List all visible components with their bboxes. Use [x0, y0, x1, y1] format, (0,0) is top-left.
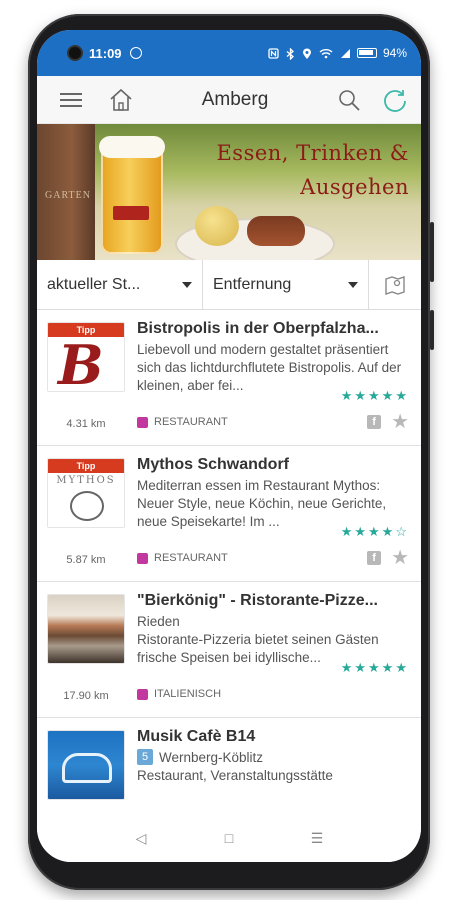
category-label: RESTAURANT — [154, 552, 228, 564]
beer-foam — [99, 136, 165, 158]
musik-cafe-logo — [48, 731, 124, 799]
favorite-star-icon[interactable]: ★ — [391, 548, 409, 568]
banner-title: Essen, Trinken & Ausgehen — [216, 136, 409, 204]
category-color-dot — [137, 688, 148, 700]
screen: 11:09 94% Amberg GARTEN Essen, Trinken &… — [37, 30, 421, 862]
list-item[interactable]: Tipp MYTHOS 5.87 km Mythos Schwandorf Me… — [37, 446, 421, 582]
back-button[interactable]: ◁ — [126, 823, 156, 853]
home-button[interactable]: □ — [214, 823, 244, 853]
venue-thumbnail: Tipp MYTHOS — [47, 458, 125, 528]
distance-label: 5.87 km — [66, 554, 106, 566]
venue-list: Tipp B 4.31 km Bistropolis in der Oberpf… — [37, 310, 421, 830]
beer-logo — [113, 206, 149, 220]
header-banner: GARTEN Essen, Trinken & Ausgehen — [37, 124, 421, 260]
status-time: 11:09 — [89, 45, 122, 61]
battery-percent: 94% — [382, 46, 407, 60]
banner-title-line1: Essen, Trinken & — [216, 141, 409, 165]
venue-description: Mediterran essen im Restaurant Mythos: N… — [137, 478, 387, 529]
venue-thumbnail — [47, 594, 125, 664]
caret-down-icon — [348, 281, 358, 288]
favorite-star-icon[interactable]: ★ — [391, 412, 409, 432]
roast-image — [247, 216, 305, 246]
power-button — [430, 310, 434, 350]
category-tag: RESTAURANT — [137, 552, 228, 564]
venue-description: Liebevoll und modern gestaltet präsentie… — [137, 342, 402, 393]
category-color-dot — [137, 552, 148, 564]
camera-notch — [67, 45, 83, 61]
list-item[interactable]: Tipp B 4.31 km Bistropolis in der Oberpf… — [37, 310, 421, 446]
bluetooth-icon — [285, 46, 296, 61]
mythos-seal — [70, 491, 104, 521]
distance-dropdown-label: Entfernung — [213, 275, 292, 293]
battery-icon — [356, 48, 377, 58]
beer-glass-image — [101, 144, 163, 254]
venue-title: "Bierkönig" - Ristorante-Pizze... — [137, 592, 378, 609]
category-label: ITALIENISCH — [154, 688, 222, 700]
recents-button[interactable]: ☰ — [302, 823, 332, 853]
distance-label: 17.90 km — [63, 690, 109, 702]
system-nav-bar: ◁ □ ☰ — [37, 814, 421, 862]
rating-stars: ★★★★★ — [340, 388, 409, 403]
category-tag: RESTAURANT — [137, 416, 228, 428]
page-title: Amberg — [201, 88, 269, 110]
sort-dropdown[interactable]: aktueller St... — [37, 260, 203, 309]
venue-title: Musik Cafè B14 — [137, 728, 256, 745]
venue-description: Restaurant, Veranstaltungsstätte — [137, 768, 333, 783]
category-color-dot — [137, 416, 148, 428]
refresh-icon[interactable] — [381, 86, 409, 114]
facebook-icon[interactable]: f — [367, 415, 382, 429]
cafe-logo-shape — [62, 753, 112, 783]
dumpling-image — [195, 206, 239, 246]
map-icon — [385, 275, 405, 295]
list-item[interactable]: 17.90 km "Bierkönig" - Ristorante-Pizze.… — [37, 582, 421, 718]
venue-thumbnail — [47, 730, 125, 800]
venue-location: Wernberg-Köblitz — [159, 749, 264, 765]
rating-stars: ★★★★★ — [340, 660, 409, 675]
mythos-logo: MYTHOS — [56, 475, 116, 486]
search-icon[interactable] — [335, 86, 363, 114]
tipp-badge: Tipp — [48, 459, 124, 473]
category-tag: ITALIENISCH — [137, 688, 221, 700]
notification-icon — [129, 47, 142, 59]
facebook-icon[interactable]: f — [367, 551, 382, 565]
status-bar: 11:09 94% — [37, 30, 421, 76]
venue-title: Mythos Schwandorf — [137, 456, 290, 473]
caret-down-icon — [182, 281, 192, 288]
filter-bar: aktueller St... Entfernung — [37, 260, 421, 310]
map-button[interactable] — [369, 260, 421, 309]
menu-icon[interactable] — [57, 86, 85, 114]
category-label: RESTAURANT — [154, 416, 228, 428]
nfc-icon — [268, 47, 279, 59]
home-icon[interactable] — [107, 86, 135, 114]
venue-location: Rieden — [137, 614, 180, 629]
venue-title: Bistropolis in der Oberpfalzha... — [137, 320, 379, 337]
banner-wood-text: GARTEN — [45, 190, 91, 201]
number-badge: 5 — [137, 749, 153, 765]
restaurant-photo — [48, 595, 124, 663]
signal-icon — [339, 48, 351, 59]
banner-title-line2: Ausgehen — [300, 175, 409, 199]
app-bar: Amberg — [37, 76, 421, 124]
distance-label: 4.31 km — [66, 418, 106, 430]
location-icon — [302, 48, 313, 59]
distance-dropdown[interactable]: Entfernung — [203, 260, 369, 309]
wifi-icon — [319, 48, 333, 59]
sort-dropdown-label: aktueller St... — [47, 275, 141, 293]
venue-thumbnail: Tipp B — [47, 322, 125, 392]
rating-stars: ★★★★☆ — [340, 524, 409, 539]
volume-button — [430, 222, 434, 282]
bistropolis-logo: B — [58, 333, 104, 392]
